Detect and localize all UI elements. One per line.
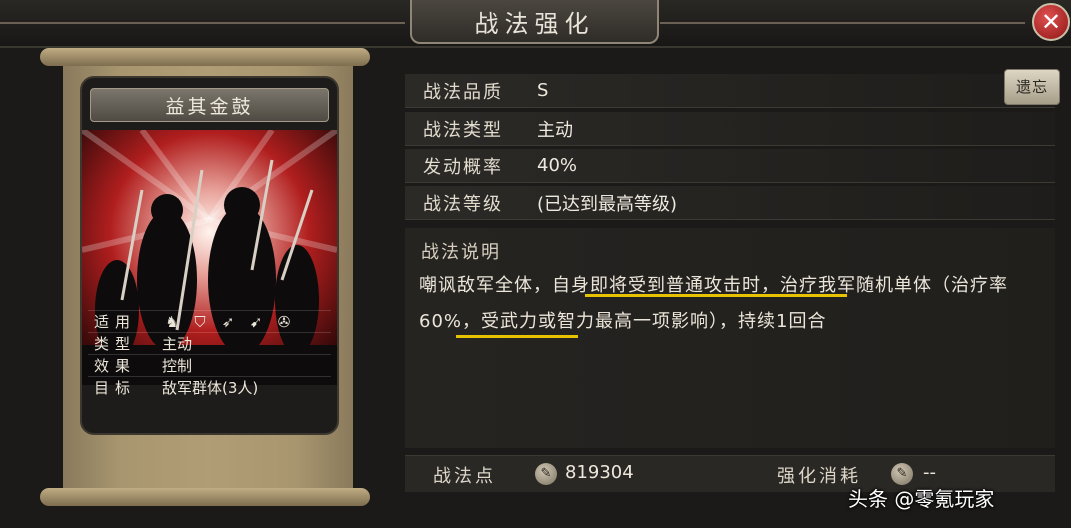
description-box: 战法说明 嘲讽敌军全体，自身即将受到普通攻击时，治疗我军随机单体（治疗率60%，…	[405, 228, 1055, 448]
info-value: 控制	[162, 357, 193, 375]
scroll-roll-bottom	[40, 488, 370, 506]
highlight-underline	[456, 335, 578, 338]
attr-row-level: 战法等级 (已达到最高等级)	[405, 186, 1055, 220]
attr-value: 主动	[537, 119, 573, 141]
attr-value: S	[537, 80, 549, 101]
info-key: 目标	[94, 379, 137, 397]
attr-row-type: 战法类型 主动	[405, 112, 1055, 146]
info-row-effect: 效果 控制	[88, 354, 331, 376]
points-label: 战法点	[433, 466, 496, 487]
info-row-target: 目标 敌军群体(3人)	[88, 376, 331, 398]
watermark: 头条 @零氪玩家	[848, 487, 995, 511]
skill-point-icon: ✎	[891, 463, 913, 485]
attr-key: 发动概率	[423, 156, 503, 178]
attr-value: 40%	[537, 155, 578, 176]
info-key: 适用	[94, 313, 137, 331]
attr-row-quality: 战法品质 S	[405, 74, 1055, 108]
info-row-applicable: 适用 ♞ ⛉ ➶ ➹ ✇	[88, 310, 331, 332]
skill-card: 益其金鼓 适用 ♞ ⛉ ➶ ➹ ✇ 类型 主动 效果 控制 目标 敌军群体(3人…	[80, 76, 339, 435]
info-row-type: 类型 主动	[88, 332, 331, 354]
window-title: 战法强化	[410, 0, 659, 44]
info-key: 效果	[94, 357, 137, 375]
shield-icon: ⛉	[194, 312, 206, 331]
close-icon[interactable]: ✕	[1032, 3, 1070, 41]
cavalry-icon: ♞	[165, 312, 179, 331]
attr-key: 战法品质	[423, 81, 503, 103]
spear-icon: ➹	[249, 312, 263, 331]
header-line-right	[660, 22, 1025, 24]
card-title: 益其金鼓	[90, 88, 329, 122]
skill-point-icon: ✎	[535, 463, 557, 485]
highlight-underline	[585, 294, 847, 297]
info-value: 主动	[162, 335, 193, 353]
scroll-roll-top	[40, 48, 370, 66]
wheel-icon: ✇	[277, 312, 291, 331]
attr-key: 战法等级	[423, 193, 503, 215]
description-text: 嘲讽敌军全体，自身即将受到普通攻击时，治疗我军随机单体（治疗率60%，受武力或智…	[419, 275, 1008, 332]
info-key: 类型	[94, 335, 137, 353]
forget-button[interactable]: 遗忘	[1004, 69, 1060, 105]
attr-value: (已达到最高等级)	[537, 193, 678, 215]
card-info: 适用 ♞ ⛉ ➶ ➹ ✇ 类型 主动 效果 控制 目标 敌军群体(3人)	[88, 310, 331, 398]
attr-key: 战法类型	[423, 119, 503, 141]
bow-icon: ➶	[221, 312, 235, 331]
cost-value: --	[923, 462, 936, 483]
description-title: 战法说明	[421, 242, 501, 263]
info-value: ♞ ⛉ ➶ ➹ ✇	[154, 313, 302, 331]
points-value: 819304	[565, 462, 634, 483]
info-value: 敌军群体(3人)	[162, 379, 259, 397]
attr-row-probability: 发动概率 40%	[405, 149, 1055, 183]
header-line-left	[0, 22, 405, 24]
